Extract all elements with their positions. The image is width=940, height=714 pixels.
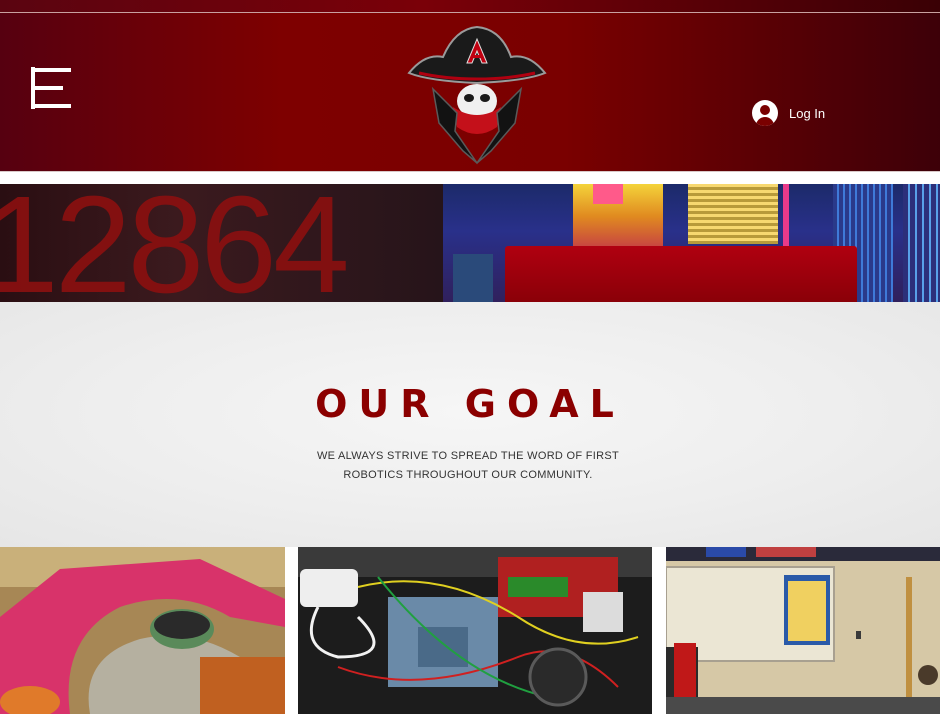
team-number-sign: 12864 (0, 184, 350, 302)
site-header: Log In (0, 13, 940, 172)
hero-banner: 12864 (0, 184, 940, 302)
top-accent-bar (0, 0, 940, 13)
gallery-photo-field-element[interactable] (0, 547, 285, 714)
gallery-photo-classroom[interactable] (666, 547, 940, 714)
goal-title: OUR GOAL (315, 382, 625, 426)
goal-line-1: WE ALWAYS STRIVE TO SPREAD THE WORD OF F… (316, 450, 620, 462)
red-overlay-block (505, 246, 857, 302)
goal-line-2: ROBOTICS THROUGHOUT OUR COMMUNITY. (343, 469, 593, 481)
login-button[interactable]: Log In (752, 99, 825, 127)
goal-description: WE ALWAYS STRIVE TO SPREAD THE WORD OF F… (0, 447, 936, 485)
login-label: Log In (789, 105, 826, 121)
user-avatar-icon (752, 100, 778, 126)
gallery-photo-robot-electronics[interactable] (298, 547, 652, 714)
banner-left-panel: 12864 (0, 184, 443, 302)
pirate-mascot-logo[interactable] (405, 23, 549, 165)
hamburger-menu-icon[interactable] (31, 67, 71, 109)
goal-section: OUR GOAL WE ALWAYS STRIVE TO SPREAD THE … (0, 302, 940, 547)
